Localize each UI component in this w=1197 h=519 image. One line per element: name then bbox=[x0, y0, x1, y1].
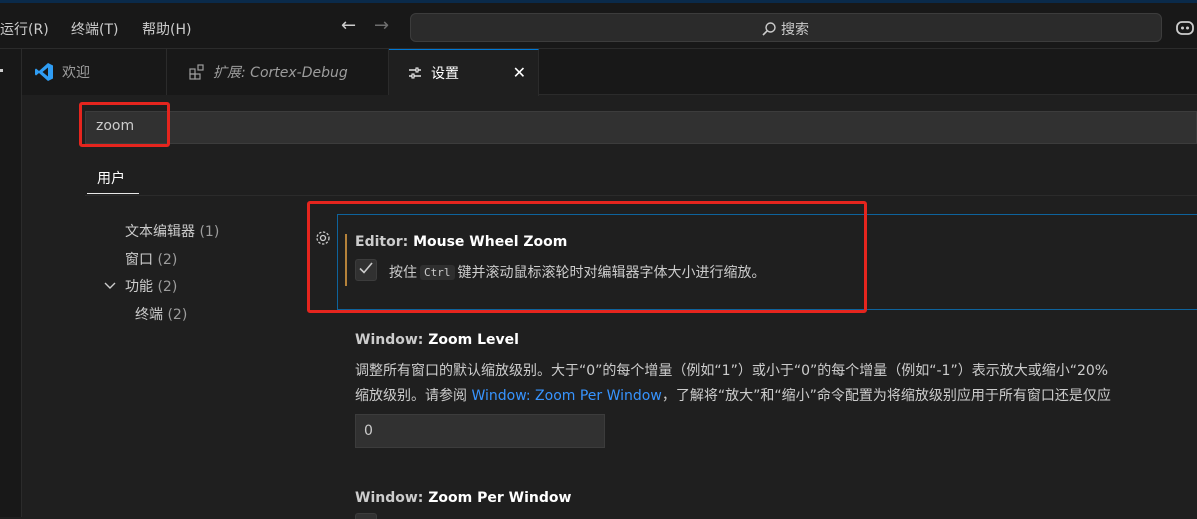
setting-name: Zoom Level bbox=[428, 332, 519, 348]
tab-welcome-label: 欢迎 bbox=[62, 65, 90, 81]
setting-description-zoom-level-line1: 调整所有窗口的默认缩放级别。大于“0”的每个增量（例如“1”）或小于“0”的每个… bbox=[355, 363, 1109, 379]
setting-category: Window: bbox=[355, 332, 429, 348]
copilot-icon[interactable] bbox=[1175, 19, 1195, 41]
toc-item-terminal[interactable]: 终端 (2) bbox=[135, 304, 187, 324]
scope-tab-underline bbox=[87, 193, 139, 194]
toc-count: (2) bbox=[167, 307, 188, 323]
description-text: ，了解将“放大”和“缩小”命令配置为将缩放级别应用于所有窗口还是仅应 bbox=[661, 388, 1111, 404]
menu-run[interactable]: 运行(R) bbox=[0, 19, 49, 39]
tab-settings[interactable]: 设置 ✕ bbox=[389, 49, 539, 96]
zoom-level-field[interactable] bbox=[355, 414, 605, 448]
tab-extension-label: 扩展: Cortex-Debug bbox=[213, 65, 348, 81]
activity-indicator bbox=[0, 69, 3, 72]
vscode-logo-icon bbox=[34, 62, 54, 82]
tab-welcome[interactable]: 欢迎 bbox=[22, 49, 167, 95]
zoom-per-window-checkbox[interactable] bbox=[355, 513, 377, 519]
highlight-box-search bbox=[79, 102, 170, 147]
setting-category: Window: bbox=[355, 490, 429, 506]
setting-name: Zoom Per Window bbox=[428, 490, 572, 506]
back-arrow-icon[interactable]: ← bbox=[341, 15, 356, 36]
toc-label: 终端 bbox=[135, 307, 163, 323]
menu-help[interactable]: 帮助(H) bbox=[142, 19, 191, 39]
tab-settings-label: 设置 bbox=[431, 66, 459, 82]
zoom-level-input[interactable] bbox=[364, 423, 584, 439]
tab-user-scope[interactable]: 用户 bbox=[97, 168, 125, 188]
menu-terminal[interactable]: 终端(T) bbox=[71, 19, 118, 39]
highlight-box-setting bbox=[307, 201, 867, 313]
zoom-per-window-link[interactable]: Window: Zoom Per Window bbox=[471, 388, 661, 404]
toc-label: 功能 bbox=[125, 279, 153, 295]
settings-search-field[interactable] bbox=[85, 111, 1197, 144]
toc-label: 窗口 bbox=[125, 252, 153, 268]
toc-item-text-editor[interactable]: 文本编辑器 (1) bbox=[125, 221, 219, 241]
toc-item-features[interactable]: 功能 (2) bbox=[125, 276, 177, 296]
toc-label: 文本编辑器 bbox=[125, 224, 195, 240]
activity-bar bbox=[0, 49, 22, 517]
tab-extension-cortex-debug[interactable]: 扩展: Cortex-Debug bbox=[167, 49, 389, 95]
setting-title-zoom-per-window: Window: Zoom Per Window bbox=[355, 490, 571, 506]
search-icon bbox=[761, 21, 777, 37]
chevron-down-icon[interactable] bbox=[103, 279, 117, 295]
toc-item-window[interactable]: 窗口 (2) bbox=[125, 249, 177, 269]
editor-tab-bar: 欢迎 扩展: Cortex-Debug 设置 ✕ bbox=[22, 49, 1197, 96]
scope-divider bbox=[85, 195, 1197, 196]
toc-count: (2) bbox=[157, 252, 178, 268]
setting-description-zoom-level-line2: 缩放级别。请参阅 Window: Zoom Per Window，了解将“放大”… bbox=[355, 385, 1111, 405]
toc-count: (1) bbox=[199, 224, 220, 240]
setting-title-zoom-level: Window: Zoom Level bbox=[355, 332, 519, 348]
forward-arrow-icon[interactable]: → bbox=[374, 15, 389, 36]
settings-sliders-icon bbox=[407, 65, 423, 81]
command-center-label: 搜索 bbox=[781, 22, 809, 38]
title-bar: 运行(R) 终端(T) 帮助(H) ← → 搜索 bbox=[0, 3, 1197, 49]
extensions-icon bbox=[189, 64, 205, 80]
description-text: 缩放级别。请参阅 bbox=[355, 388, 472, 404]
close-icon[interactable]: ✕ bbox=[513, 63, 526, 82]
toc-count: (2) bbox=[157, 279, 178, 295]
command-center-search[interactable]: 搜索 bbox=[410, 13, 1162, 42]
